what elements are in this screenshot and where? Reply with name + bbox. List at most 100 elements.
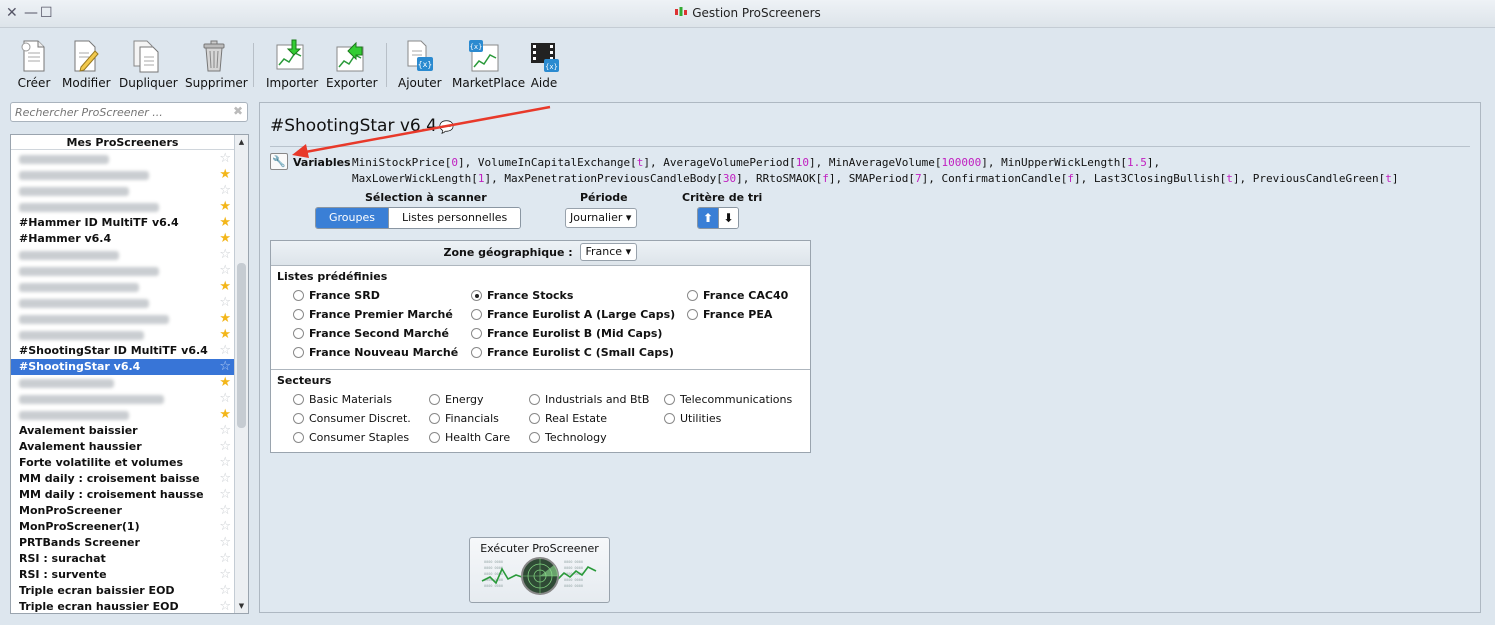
radio-button[interactable]	[429, 413, 440, 424]
favorite-star-icon[interactable]: ☆	[219, 583, 231, 599]
radio-button[interactable]	[529, 432, 540, 443]
list-item[interactable]: ☆	[11, 263, 234, 279]
radio-button[interactable]	[293, 309, 304, 320]
delete-button[interactable]: Supprimer	[185, 39, 248, 90]
favorite-star-icon[interactable]: ☆	[219, 599, 231, 615]
radio-option[interactable]: Consumer Staples	[293, 431, 409, 444]
favorite-star-icon[interactable]: ☆	[219, 263, 231, 279]
favorite-star-icon[interactable]: ☆	[219, 359, 231, 375]
radio-button[interactable]	[471, 309, 482, 320]
radio-button[interactable]	[429, 432, 440, 443]
radio-option[interactable]: Energy	[429, 393, 484, 406]
favorite-star-icon[interactable]: ★	[219, 375, 231, 391]
favorite-star-icon[interactable]: ☆	[219, 471, 231, 487]
favorite-star-icon[interactable]: ☆	[219, 535, 231, 551]
radio-option[interactable]: France SRD	[293, 289, 380, 302]
personal-lists-button[interactable]: Listes personnelles	[388, 208, 521, 228]
marketplace-button[interactable]: {x} MarketPlace	[452, 39, 525, 90]
radio-button[interactable]	[293, 432, 304, 443]
favorite-star-icon[interactable]: ☆	[219, 423, 231, 439]
favorite-star-icon[interactable]: ☆	[219, 487, 231, 503]
list-item[interactable]: RSI : surachat ☆	[11, 551, 234, 567]
favorite-star-icon[interactable]: ★	[219, 279, 231, 295]
sort-ascending-button[interactable]: ⬆	[698, 208, 718, 228]
radio-option[interactable]: Real Estate	[529, 412, 607, 425]
radio-option[interactable]: France CAC40	[687, 289, 788, 302]
radio-option[interactable]: Utilities	[664, 412, 721, 425]
clear-search-icon[interactable]: ✖	[233, 104, 243, 118]
favorite-star-icon[interactable]: ☆	[219, 247, 231, 263]
create-button[interactable]: Créer	[17, 39, 51, 90]
groups-button[interactable]: Groupes	[316, 208, 388, 228]
search-input[interactable]	[11, 103, 221, 121]
list-item[interactable]: ★	[11, 375, 234, 391]
list-item[interactable]: MonProScreener(1) ☆	[11, 519, 234, 535]
favorite-star-icon[interactable]: ★	[219, 215, 231, 231]
list-item[interactable]: ☆	[11, 391, 234, 407]
list-scrollbar[interactable]: ▲ ▼	[234, 135, 248, 613]
list-item[interactable]: PRTBands Screener ☆	[11, 535, 234, 551]
radio-button[interactable]	[529, 413, 540, 424]
list-item[interactable]: ★	[11, 199, 234, 215]
variables-line-2[interactable]: MaxLowerWickLength[1], MaxPenetrationPre…	[352, 172, 1399, 185]
radio-button[interactable]	[293, 394, 304, 405]
radio-button[interactable]	[293, 328, 304, 339]
radio-option[interactable]: Industrials and BtB	[529, 393, 649, 406]
favorite-star-icon[interactable]: ☆	[219, 455, 231, 471]
favorite-star-icon[interactable]: ★	[219, 231, 231, 247]
list-item[interactable]: Avalement baissier ☆	[11, 423, 234, 439]
radio-button[interactable]	[664, 413, 675, 424]
favorite-star-icon[interactable]: ☆	[219, 343, 231, 359]
list-item[interactable]: ☆	[11, 247, 234, 263]
execute-proscreener-button[interactable]: Exécuter ProScreener 0000 0000 0000 0000 0…	[469, 537, 610, 603]
radio-button[interactable]	[471, 328, 482, 339]
list-item[interactable]: #ShootingStar ID MultiTF v6.4 ☆	[11, 343, 234, 359]
radio-button[interactable]	[471, 347, 482, 358]
list-item[interactable]: ☆	[11, 295, 234, 311]
radio-button[interactable]	[529, 394, 540, 405]
favorite-star-icon[interactable]: ☆	[219, 551, 231, 567]
radio-button[interactable]	[471, 290, 482, 301]
list-item[interactable]: ★	[11, 327, 234, 343]
favorite-star-icon[interactable]: ★	[219, 199, 231, 215]
modify-button[interactable]: Modifier	[62, 39, 111, 90]
list-item[interactable]: ☆	[11, 151, 234, 167]
list-item[interactable]: Avalement haussier ☆	[11, 439, 234, 455]
radio-option[interactable]: Financials	[429, 412, 499, 425]
list-item[interactable]: Triple ecran baissier EOD ☆	[11, 583, 234, 599]
favorite-star-icon[interactable]: ☆	[219, 295, 231, 311]
radio-option[interactable]: France Eurolist B (Mid Caps)	[471, 327, 662, 340]
radio-option[interactable]: France Stocks	[471, 289, 573, 302]
scrollbar-thumb[interactable]	[237, 263, 246, 428]
radio-option[interactable]: France Eurolist A (Large Caps)	[471, 308, 675, 321]
favorite-star-icon[interactable]: ☆	[219, 519, 231, 535]
list-item[interactable]: Forte volatilite et volumes ☆	[11, 455, 234, 471]
favorite-star-icon[interactable]: ★	[219, 327, 231, 343]
favorite-star-icon[interactable]: ☆	[219, 503, 231, 519]
favorite-star-icon[interactable]: ★	[219, 311, 231, 327]
radio-option[interactable]: Telecommunications	[664, 393, 792, 406]
radio-option[interactable]: France Premier Marché	[293, 308, 453, 321]
radio-button[interactable]	[687, 290, 698, 301]
radio-option[interactable]: France Nouveau Marché	[293, 346, 458, 359]
list-item[interactable]: #Hammer ID MultiTF v6.4 ★	[11, 215, 234, 231]
radio-button[interactable]	[293, 347, 304, 358]
list-item[interactable]: MM daily : croisement hausse ☆	[11, 487, 234, 503]
list-item[interactable]: ★	[11, 311, 234, 327]
sort-descending-button[interactable]: ⬇	[718, 208, 738, 228]
favorite-star-icon[interactable]: ☆	[219, 151, 231, 167]
help-button[interactable]: {x} Aide	[527, 39, 561, 90]
favorite-star-icon[interactable]: ☆	[219, 183, 231, 199]
scroll-down-icon[interactable]: ▼	[235, 600, 248, 612]
favorite-star-icon[interactable]: ★	[219, 167, 231, 183]
radio-button[interactable]	[429, 394, 440, 405]
list-item[interactable]: MM daily : croisement baisse ☆	[11, 471, 234, 487]
list-item[interactable]: #Hammer v6.4 ★	[11, 231, 234, 247]
radio-button[interactable]	[664, 394, 675, 405]
duplicate-button[interactable]: Dupliquer	[119, 39, 178, 90]
radio-option[interactable]: Consumer Discret.	[293, 412, 411, 425]
radio-option[interactable]: France Eurolist C (Small Caps)	[471, 346, 674, 359]
list-item[interactable]: Triple ecran haussier EOD ☆	[11, 599, 234, 615]
list-item[interactable]: MonProScreener ☆	[11, 503, 234, 519]
add-button[interactable]: {x} Ajouter	[398, 39, 442, 90]
